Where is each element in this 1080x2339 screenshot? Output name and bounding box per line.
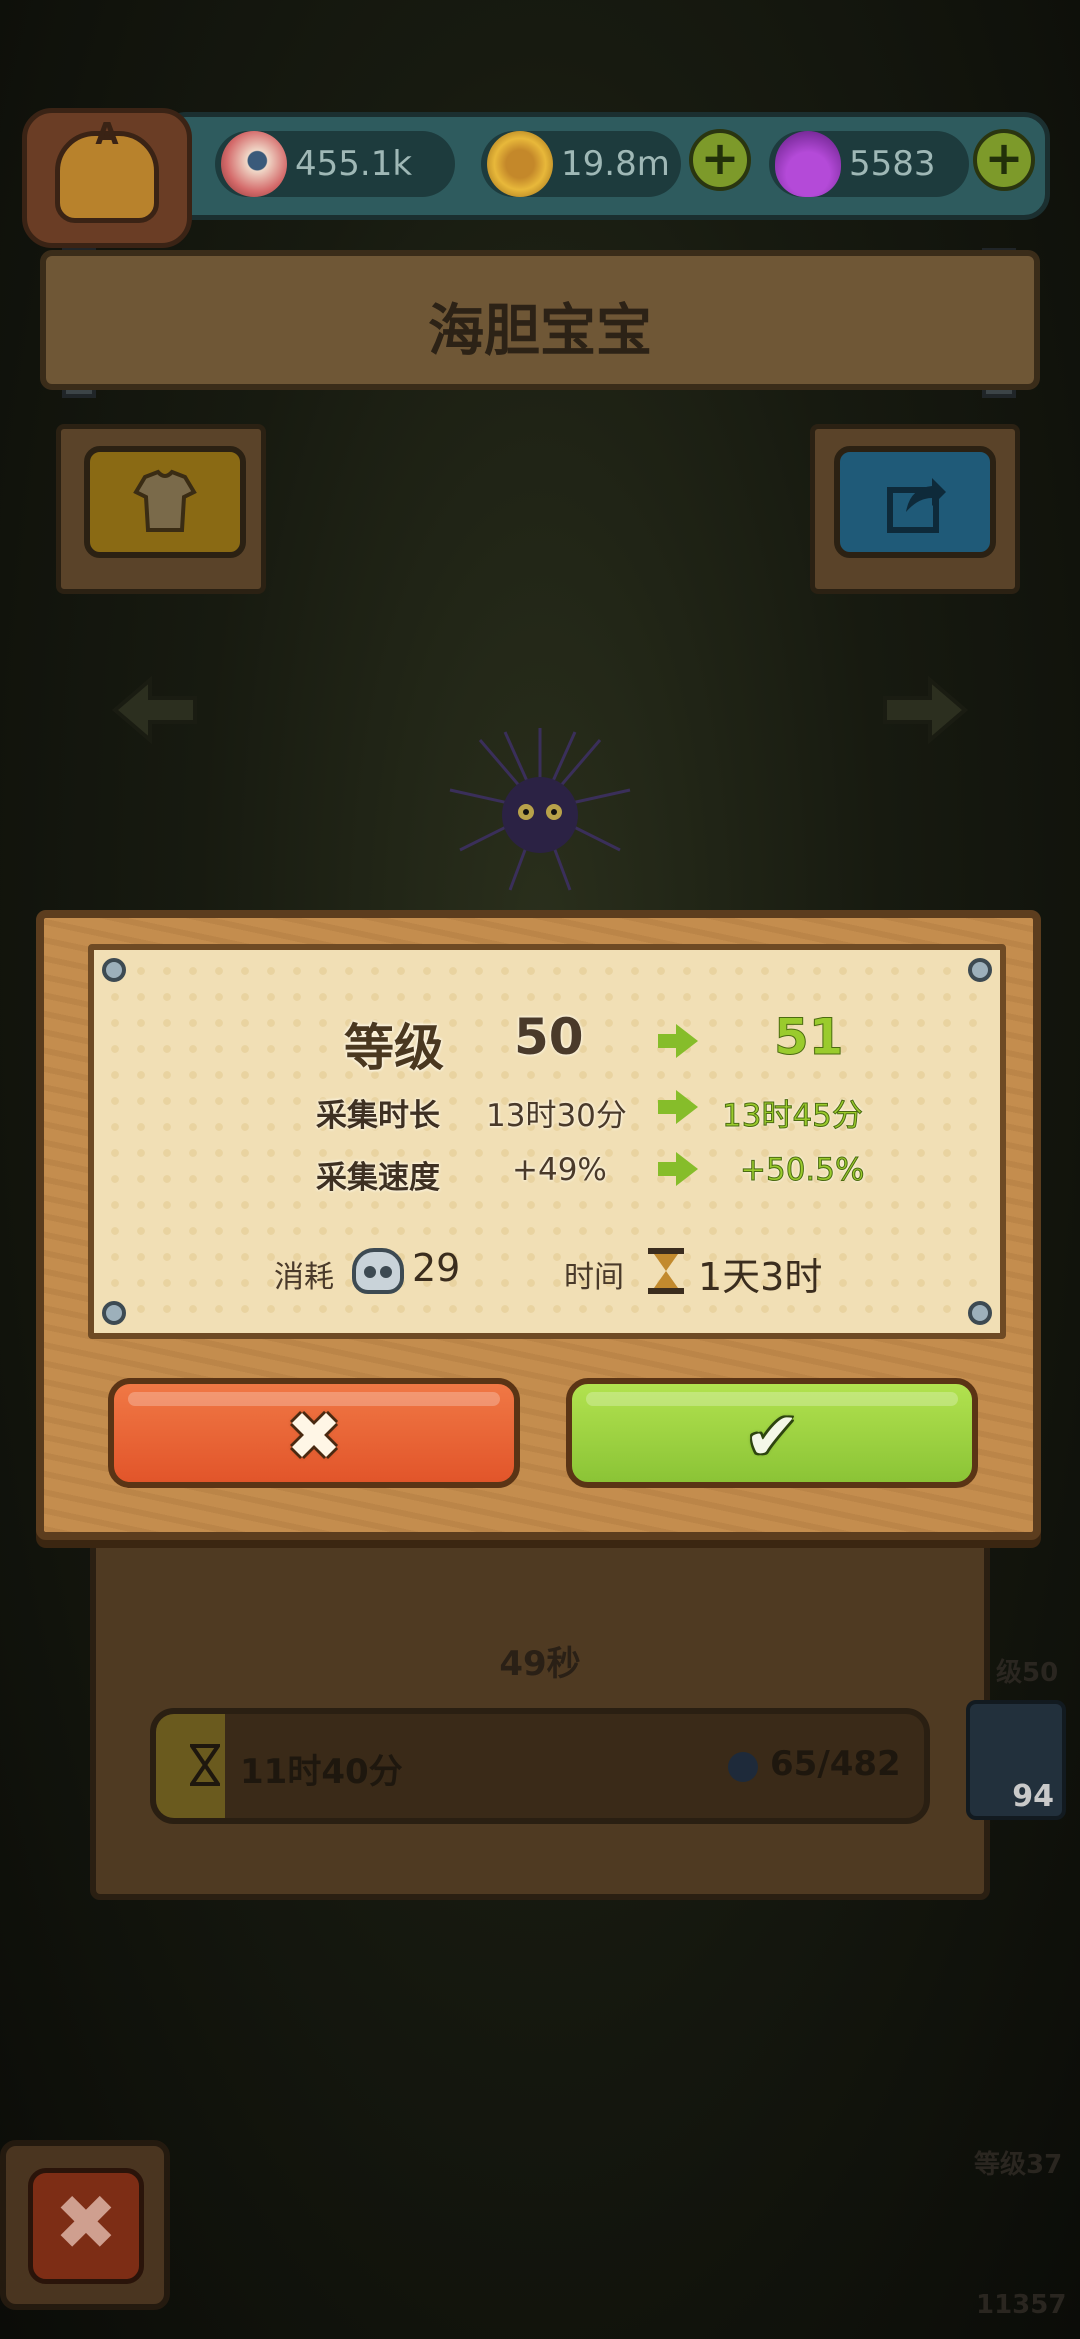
skull-icon (352, 1248, 404, 1294)
shirt-icon (133, 469, 197, 532)
resource-bar: 455.1k 19.8m + 5583 + (160, 112, 1050, 220)
side-level-label: 级50 (996, 1658, 1059, 1688)
title-plank: 海胆宝宝 (40, 250, 1040, 390)
eyeball-icon (221, 131, 287, 197)
duration-label: 采集时长 (316, 1098, 440, 1134)
coin-resource: 19.8m (481, 131, 681, 197)
coin-icon (487, 131, 553, 197)
share-icon (887, 478, 946, 533)
eyeball-resource: 455.1k (215, 131, 455, 197)
potion-icon (775, 131, 841, 197)
progress-count: 65/482 (770, 1744, 901, 1784)
close-icon: ✖ (286, 1398, 342, 1475)
speed-current: +49% (512, 1152, 607, 1188)
creature-info-panel (90, 1480, 990, 1900)
collection-card[interactable]: 94 (966, 1700, 1066, 1820)
arrow-right-icon (658, 1152, 698, 1186)
eyeball-count: 455.1k (295, 144, 413, 184)
add-coins-button[interactable]: + (689, 129, 751, 191)
time-value: 1天3时 (698, 1255, 823, 1299)
share-button[interactable] (834, 446, 996, 558)
level-next: 51 (774, 1008, 845, 1067)
rivet-icon (102, 958, 126, 982)
avatar-rank-letter: A (95, 117, 119, 152)
next-creature-arrow-icon[interactable] (880, 670, 970, 750)
time-label: 时间 (564, 1260, 624, 1295)
sea-urchin-icon (449, 728, 631, 891)
rivet-icon (102, 1301, 126, 1325)
cancel-button[interactable]: ✖ (108, 1378, 520, 1488)
arrow-right-icon (658, 1024, 698, 1058)
level-current: 50 (514, 1008, 584, 1066)
coin-count: 19.8m (561, 144, 670, 184)
duration-next: 13时45分 (722, 1098, 864, 1135)
upgrade-info-paper: 等级 50 51 采集时长 13时30分 13时45分 采集速度 +49% +5… (88, 944, 1006, 1339)
card-count: 94 (1012, 1779, 1054, 1814)
rivet-icon (968, 958, 992, 982)
hourglass-small-icon (190, 1744, 220, 1786)
duration-current: 13时30分 (486, 1098, 627, 1134)
speed-label: 采集速度 (316, 1160, 440, 1196)
side-level-label-2: 等级37 (974, 2150, 1063, 2180)
collect-timer: 49秒 (499, 1644, 581, 1684)
upgrade-dialog: 等级 50 51 采集时长 13时30分 13时45分 采集速度 +49% +5… (36, 910, 1041, 1540)
add-potions-button[interactable]: + (973, 129, 1035, 191)
confirm-upgrade-button[interactable]: ✔ (566, 1378, 978, 1488)
level-label: 等级 (344, 1019, 444, 1077)
potion-count: 5583 (849, 144, 936, 184)
checkmark-icon: ✔ (744, 1398, 800, 1475)
arrow-right-icon (658, 1090, 698, 1124)
close-screen-button[interactable]: ✖ (0, 2140, 170, 2310)
game-screen: 455.1k 19.8m + 5583 + A 海胆宝宝 49秒 11时40分 … (0, 0, 1080, 2339)
creature-name: 海胆宝宝 (428, 299, 652, 364)
cost-value: 29 (412, 1246, 461, 1290)
potion-resource: 5583 (769, 131, 969, 197)
close-icon: ✖ (28, 2168, 144, 2284)
collection-progress-bar: 11时40分 65/482 (150, 1708, 930, 1824)
cost-label: 消耗 (274, 1260, 334, 1295)
speed-next: +50.5% (739, 1152, 865, 1189)
urchin-small-icon (728, 1752, 758, 1782)
side-number: 11357 (976, 2290, 1067, 2320)
costume-button[interactable] (84, 446, 246, 558)
player-avatar[interactable]: A (22, 108, 192, 248)
progress-time: 11时40分 (240, 1752, 403, 1792)
prev-creature-arrow-icon[interactable] (110, 670, 200, 750)
rivet-icon (968, 1301, 992, 1325)
hourglass-icon (648, 1248, 684, 1294)
